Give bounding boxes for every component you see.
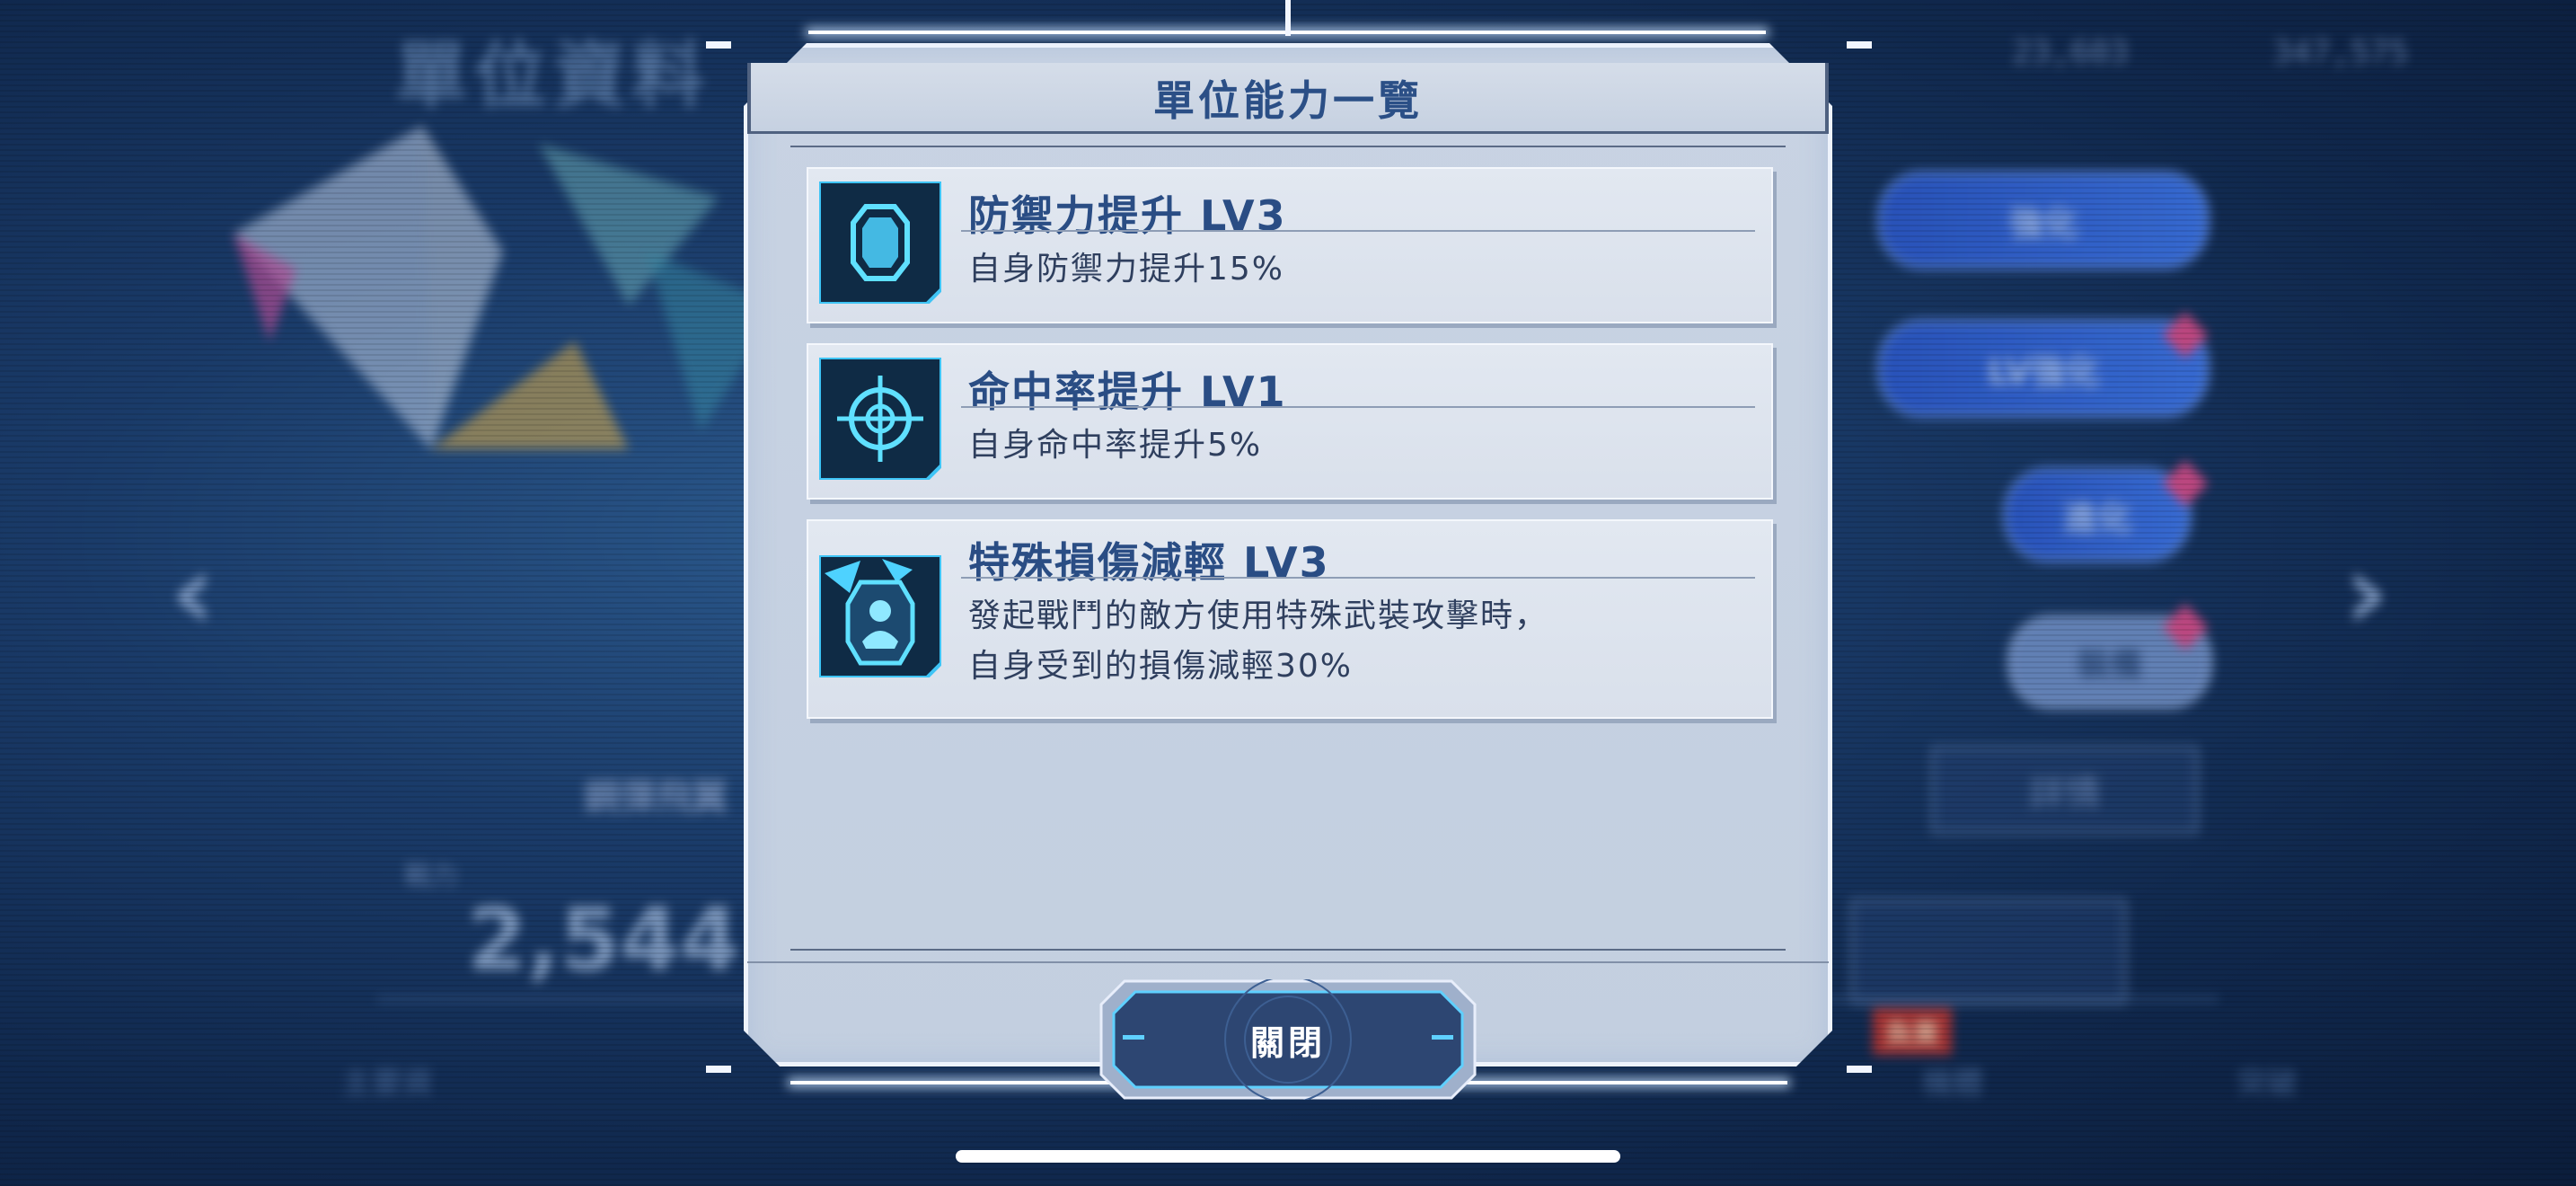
close-button[interactable]: 關閉 [1099,979,1477,1100]
ability-card: 命中率提升 LV1 自身命中率提升5% [807,343,1773,500]
background-unit-name: 鋼彈飛翼 [584,777,728,819]
armored-pilot-icon [817,553,943,679]
footer-divider [790,949,1786,951]
top-center-tick [1285,0,1291,36]
background-upgrade-button: 強化 [1877,171,2210,270]
corner-tick [1847,41,1872,49]
background-red-tag: 負責 [1873,1008,1952,1055]
ability-card: 防禦力提升 LV3 自身防禦力提升15% [807,167,1773,323]
ability-card: 特殊損傷減輕 LV3 發起戰鬥的敵方使用特殊武裝攻擊時， 自身受到的損傷減輕30… [807,519,1773,719]
background-resource-1: 23,603 [2012,34,2130,71]
background-search-box [1850,898,2127,1005]
ability-description-line-2: 自身受到的損傷減輕30% [968,648,1354,685]
background-tab-main: 主要資 [341,1066,433,1102]
background-tab-unit: 機體 [1922,1066,1983,1102]
ability-name: 防禦力提升 LV3 [968,191,1287,240]
close-button-label: 關閉 [1249,1022,1326,1063]
ability-divider [961,230,1755,232]
crosshair-icon [817,356,943,482]
background-lv-upgrade-button: LV強化 [1877,319,2210,418]
ability-description: 自身命中率提升5% [968,427,1263,464]
background-unit-art [234,126,781,449]
ability-divider [961,577,1755,579]
dialog-title: 單位能力一覽 [1153,76,1423,125]
ability-description-line-1: 發起戰鬥的敵方使用特殊武裝攻擊時， [968,597,1549,634]
background-resource-2: 347,575 [2272,34,2409,71]
ability-name: 命中率提升 LV1 [968,367,1287,416]
corner-tick [706,41,731,49]
ability-description: 自身防禦力提升15% [968,251,1285,288]
corner-tick [706,1066,731,1073]
background-tab-right: 突破 [2236,1066,2298,1102]
header-divider [790,146,1786,147]
footer-divider-secondary [747,961,1829,963]
background-power-value: 2,544 [467,890,740,990]
background-detail-button: 詳情 [1931,746,2199,834]
shield-icon [817,180,943,305]
background-prev-arrow-icon: ‹ [171,530,216,655]
background-next-arrow-icon: › [2344,530,2389,655]
ability-divider [961,406,1755,408]
background-power-label: 戰力 [404,861,458,892]
background-screen-title: 單位資料 [395,34,711,118]
ability-name: 特殊損傷減輕 LV3 [968,538,1330,587]
corner-tick [1847,1066,1872,1073]
home-indicator[interactable] [956,1150,1620,1163]
